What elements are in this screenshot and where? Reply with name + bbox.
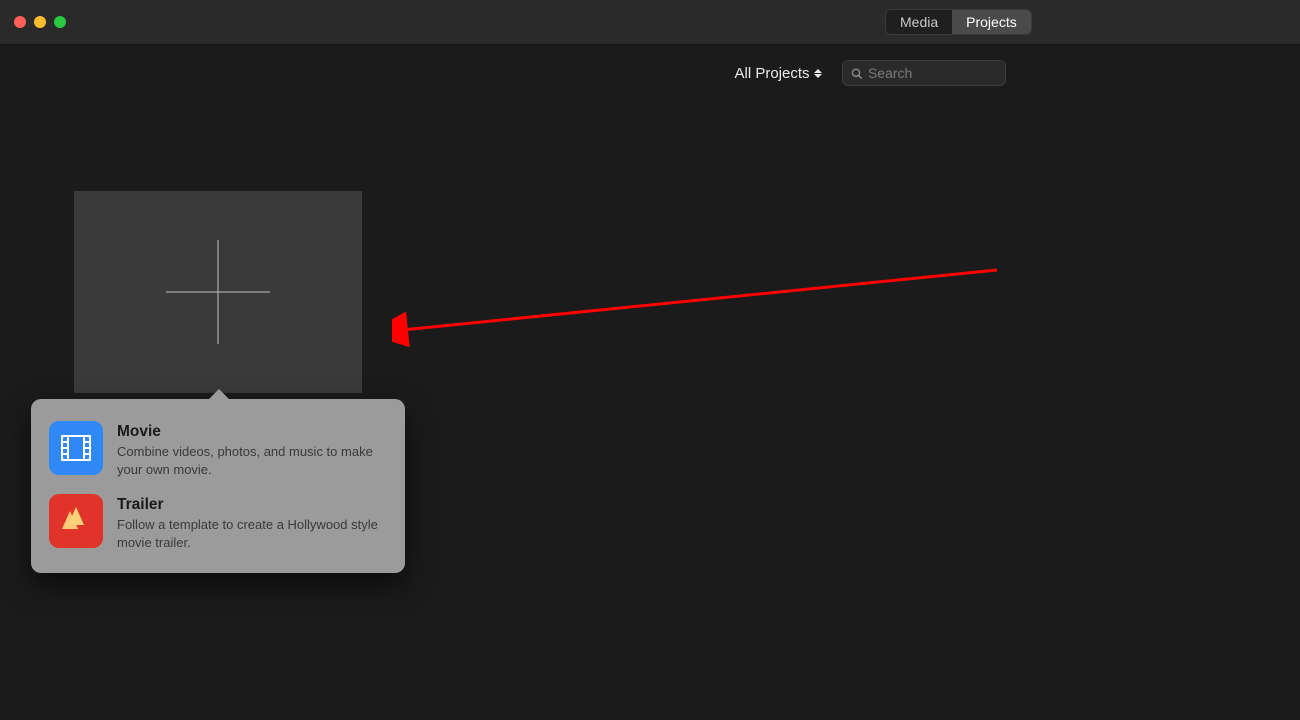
projects-content	[0, 101, 1300, 393]
menu-item-description: Follow a template to create a Hollywood …	[117, 516, 387, 551]
close-window-button[interactable]	[14, 16, 26, 28]
chevron-updown-icon	[814, 66, 824, 80]
menu-item-text: Movie Combine videos, photos, and music …	[117, 421, 387, 478]
projects-filter-dropdown[interactable]: All Projects	[734, 65, 823, 82]
search-input[interactable]	[868, 65, 997, 81]
search-box[interactable]	[842, 60, 1006, 86]
clapper-icon	[49, 494, 103, 548]
menu-item-title: Movie	[117, 423, 387, 441]
maximize-window-button[interactable]	[54, 16, 66, 28]
menu-item-title: Trailer	[117, 496, 387, 514]
titlebar: Media Projects	[0, 0, 1300, 45]
minimize-window-button[interactable]	[34, 16, 46, 28]
menu-item-description: Combine videos, photos, and music to mak…	[117, 443, 387, 478]
tab-projects[interactable]: Projects	[952, 10, 1031, 34]
menu-item-movie[interactable]: Movie Combine videos, photos, and music …	[49, 413, 387, 486]
dropdown-label: All Projects	[734, 65, 809, 82]
film-icon	[49, 421, 103, 475]
new-project-popover: Movie Combine videos, photos, and music …	[31, 399, 405, 573]
menu-item-text: Trailer Follow a template to create a Ho…	[117, 494, 387, 551]
tab-media[interactable]: Media	[886, 10, 952, 34]
menu-item-trailer[interactable]: Trailer Follow a template to create a Ho…	[49, 486, 387, 559]
toolbar: All Projects	[0, 45, 1300, 101]
search-icon	[851, 67, 862, 80]
plus-icon	[166, 240, 270, 344]
create-new-project-tile[interactable]	[74, 191, 362, 393]
view-switcher: Media Projects	[885, 9, 1032, 35]
window-controls	[14, 16, 66, 28]
